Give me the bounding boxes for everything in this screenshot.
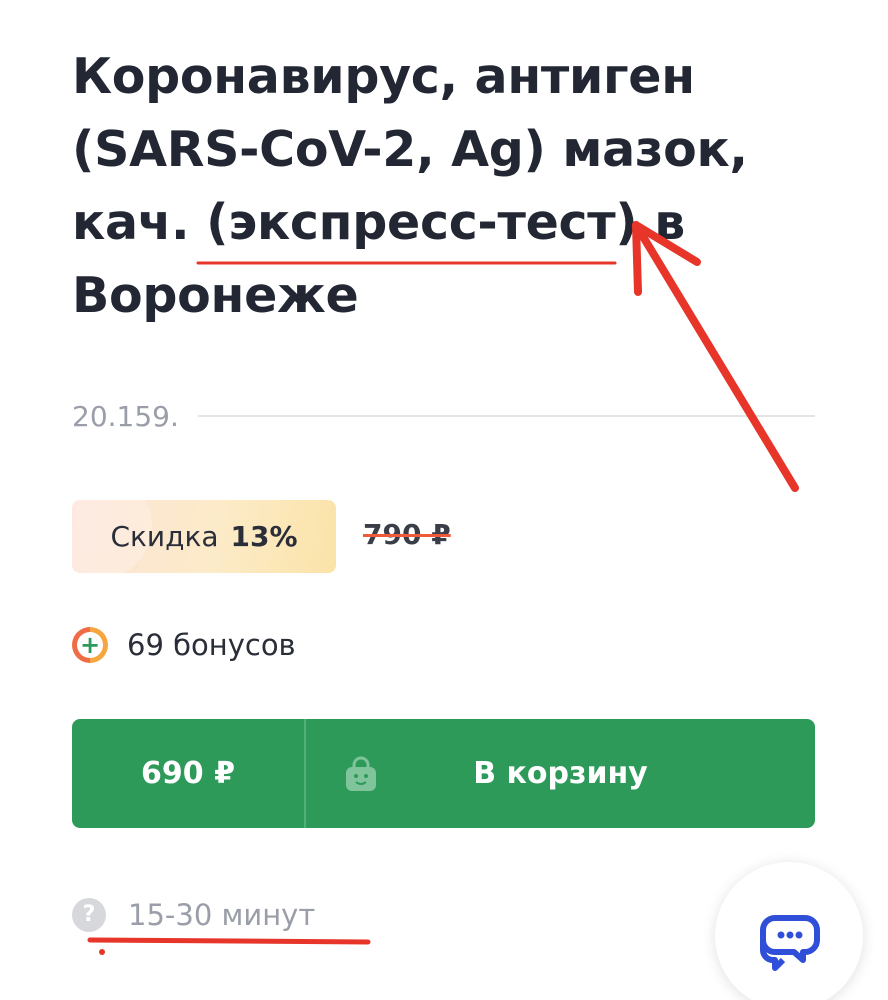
add-to-cart-button[interactable]: В корзину <box>306 719 815 828</box>
shopping-bag-icon <box>346 756 376 791</box>
article-number: 20.159. <box>72 400 179 433</box>
old-price: 790 ₽ <box>363 518 451 551</box>
question-circle-icon[interactable]: ? <box>72 898 106 932</box>
duration-row: ? 15-30 минут <box>72 898 315 932</box>
bonus-text: 69 бонусов <box>127 628 296 662</box>
price-button[interactable]: 690 ₽ <box>72 719 306 828</box>
page-title: Коронавирус, антиген (SARS-CoV-2, Ag) ма… <box>72 48 748 324</box>
annotation-underline-duration <box>87 937 371 945</box>
product-page: Коронавирус, антиген (SARS-CoV-2, Ag) ма… <box>0 0 888 1000</box>
buy-bar: 690 ₽ В корзину <box>72 719 815 828</box>
discount-label: Скидка <box>110 520 219 553</box>
discount-value: 13% <box>230 520 298 553</box>
plus-circle-icon: + <box>72 627 108 663</box>
chat-button[interactable] <box>715 862 863 1000</box>
article-divider <box>198 415 815 417</box>
duration-text: 15-30 минут <box>128 898 316 932</box>
bonus-row: + 69 бонусов <box>72 627 296 663</box>
cart-button-label: В корзину <box>473 756 648 791</box>
chat-bubbles-icon <box>760 915 820 971</box>
annotation-dot <box>99 949 105 955</box>
discount-badge: Скидка 13% <box>72 500 336 573</box>
